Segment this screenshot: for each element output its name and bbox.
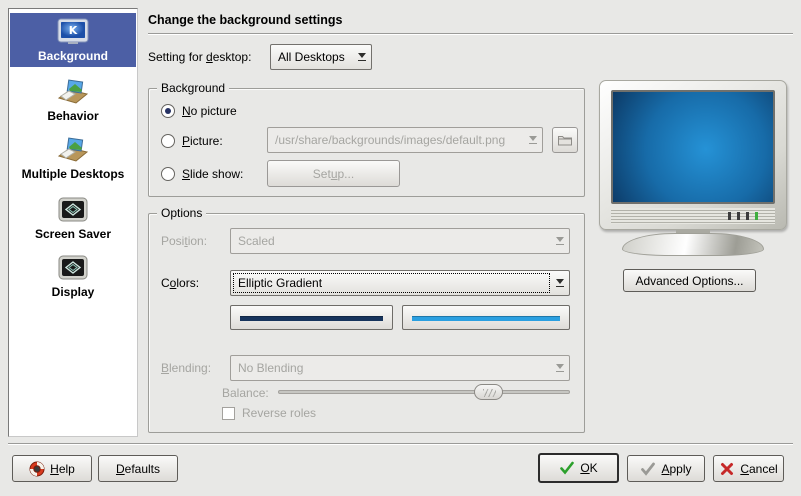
advanced-options-button[interactable]: Advanced Options... bbox=[623, 269, 756, 292]
slide-show-setup-button: Setup... bbox=[267, 160, 400, 187]
page-title: Change the background settings bbox=[148, 13, 342, 27]
color1-swatch bbox=[240, 316, 383, 321]
picture-radio[interactable] bbox=[161, 134, 175, 148]
picture-path-combo: /usr/share/backgrounds/images/default.pn… bbox=[267, 127, 543, 153]
sidebar-item-display[interactable]: Display bbox=[10, 249, 136, 303]
reverse-roles-label: Reverse roles bbox=[242, 406, 316, 420]
colors-value: Elliptic Gradient bbox=[238, 276, 322, 290]
gray-check-icon bbox=[640, 461, 656, 477]
desktop-selector-value: All Desktops bbox=[278, 50, 345, 64]
balance-slider-handle bbox=[474, 384, 503, 400]
monitor-vents bbox=[611, 208, 775, 224]
sidebar-item-label: Behavior bbox=[47, 109, 98, 123]
sidebar-item-behavior[interactable]: Behavior bbox=[10, 73, 136, 127]
colors-label: Colors: bbox=[161, 270, 199, 296]
screensaver-icon bbox=[56, 196, 90, 224]
background-group-title: Background bbox=[157, 81, 229, 96]
no-picture-radio[interactable] bbox=[161, 104, 175, 118]
screensaver-icon bbox=[56, 254, 90, 282]
slide-show-radio[interactable] bbox=[161, 167, 175, 181]
help-button[interactable]: Help bbox=[12, 455, 92, 482]
picture-label: Picture: bbox=[182, 134, 223, 148]
desktop-icon bbox=[56, 136, 90, 164]
no-picture-label: No picture bbox=[182, 104, 237, 118]
chevron-down-icon bbox=[551, 229, 569, 253]
cancel-button-label: Cancel bbox=[740, 462, 777, 476]
kde-monitor-icon: K bbox=[56, 18, 90, 46]
help-button-label: Help bbox=[50, 462, 75, 476]
desktop-selector-label: Setting for desktop: bbox=[148, 44, 251, 70]
balance-label: Balance: bbox=[222, 386, 269, 400]
svg-text:K: K bbox=[69, 24, 78, 37]
color1-button[interactable] bbox=[230, 305, 393, 330]
color2-button[interactable] bbox=[402, 305, 570, 330]
lifebuoy-icon bbox=[29, 461, 45, 477]
monitor-stand bbox=[622, 233, 764, 256]
blending-value: No Blending bbox=[238, 361, 303, 375]
desktop-selector-combo[interactable]: All Desktops bbox=[270, 44, 372, 70]
sidebar-item-screen-saver[interactable]: Screen Saver bbox=[10, 191, 136, 245]
colors-combo[interactable]: Elliptic Gradient bbox=[230, 270, 570, 296]
monitor-screen bbox=[611, 90, 775, 204]
blending-combo: No Blending bbox=[230, 355, 570, 381]
defaults-button[interactable]: Defaults bbox=[98, 455, 178, 482]
chevron-down-icon bbox=[551, 356, 569, 380]
blending-label: Blending: bbox=[161, 355, 211, 381]
folder-icon bbox=[557, 132, 573, 148]
reverse-roles-checkbox bbox=[222, 407, 235, 420]
sidebar-item-label: Background bbox=[38, 49, 108, 63]
module-list: K Background Behavior Multiple Desktops bbox=[8, 8, 138, 437]
cancel-button[interactable]: Cancel bbox=[713, 455, 784, 482]
apply-button[interactable]: Apply bbox=[627, 455, 705, 482]
sidebar-item-label: Screen Saver bbox=[35, 227, 111, 241]
monitor-led bbox=[728, 212, 731, 220]
advanced-options-label: Advanced Options... bbox=[635, 274, 743, 288]
picture-path-value: /usr/share/backgrounds/images/default.pn… bbox=[275, 133, 505, 147]
sidebar-item-multiple-desktops[interactable]: Multiple Desktops bbox=[10, 131, 136, 185]
position-combo: Scaled bbox=[230, 228, 570, 254]
color2-swatch bbox=[412, 316, 560, 321]
balance-slider bbox=[278, 390, 570, 394]
ok-button[interactable]: OK bbox=[538, 453, 619, 483]
position-value: Scaled bbox=[238, 234, 275, 248]
options-group-title: Options bbox=[157, 206, 206, 221]
position-label: Position: bbox=[161, 228, 207, 254]
setup-button-label: Setup... bbox=[313, 167, 354, 181]
ok-button-label: OK bbox=[580, 461, 597, 475]
red-cross-icon bbox=[719, 461, 735, 477]
title-separator bbox=[148, 33, 793, 35]
desktop-icon bbox=[56, 78, 90, 106]
apply-button-label: Apply bbox=[661, 462, 691, 476]
sidebar-item-label: Multiple Desktops bbox=[22, 167, 125, 181]
chevron-down-icon bbox=[524, 128, 542, 152]
defaults-button-label: Defaults bbox=[116, 462, 160, 476]
chevron-down-icon bbox=[551, 271, 569, 295]
browse-folder-button bbox=[552, 127, 578, 153]
footer-separator bbox=[8, 443, 793, 445]
slide-show-label: Slide show: bbox=[182, 167, 243, 181]
monitor-led bbox=[737, 212, 740, 220]
monitor-power-led bbox=[755, 212, 758, 220]
monitor-led bbox=[746, 212, 749, 220]
sidebar-item-background[interactable]: K Background bbox=[10, 13, 136, 67]
monitor-preview bbox=[599, 80, 787, 230]
chevron-down-icon bbox=[353, 45, 371, 69]
green-check-icon bbox=[559, 460, 575, 476]
sidebar-item-label: Display bbox=[52, 285, 95, 299]
